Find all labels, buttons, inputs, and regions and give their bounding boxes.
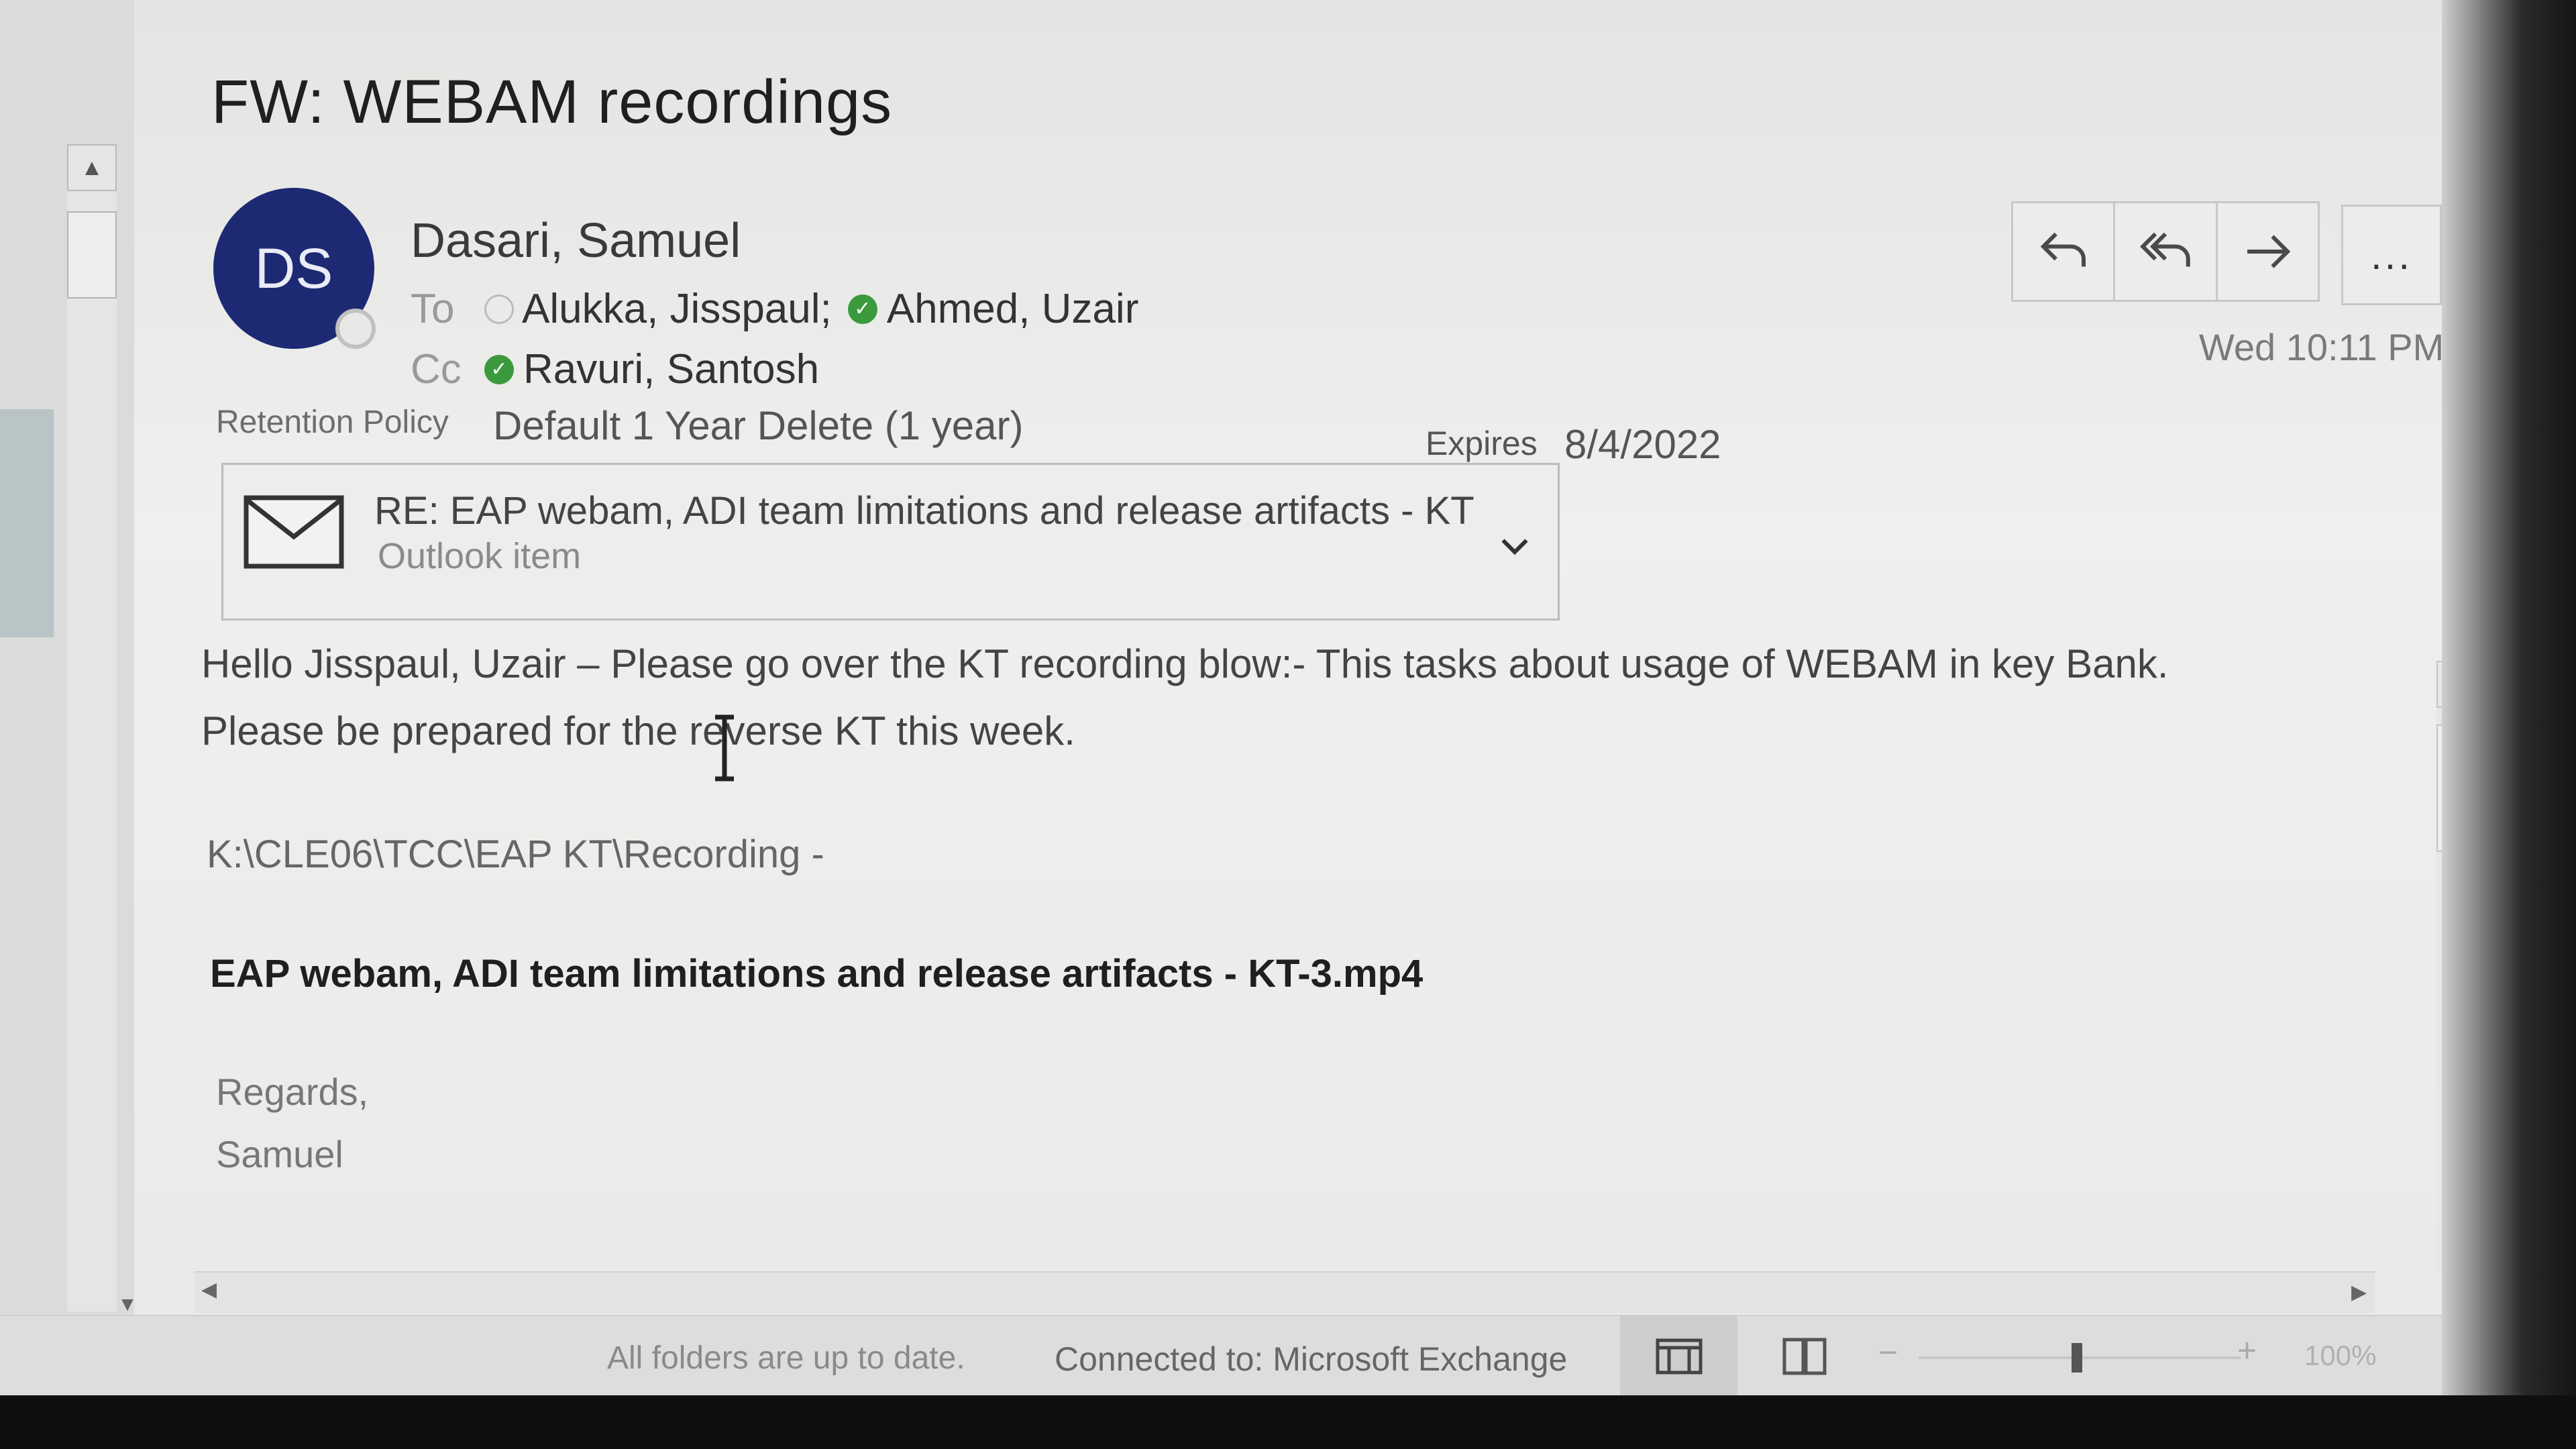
reading-view-icon bbox=[1782, 1338, 1827, 1375]
monitor-bezel bbox=[2442, 0, 2576, 1449]
scroll-up-arrow-icon[interactable]: ▲ bbox=[67, 144, 117, 191]
zoom-in-button[interactable]: + bbox=[2237, 1331, 2257, 1370]
expires-value: 8/4/2022 bbox=[1564, 422, 1721, 467]
zoom-level[interactable]: 100% bbox=[2304, 1340, 2376, 1372]
retention-policy-value: Default 1 Year Delete (1 year) bbox=[493, 403, 1024, 448]
more-actions-button[interactable]: ... bbox=[2341, 205, 2442, 305]
monitor-bezel bbox=[0, 1395, 2576, 1449]
zoom-out-button[interactable]: − bbox=[1878, 1333, 1898, 1372]
reply-icon bbox=[2040, 232, 2086, 267]
presence-available-icon: ✓ bbox=[484, 354, 514, 384]
normal-view-icon bbox=[1656, 1338, 1702, 1375]
attachment-item[interactable]: RE: EAP webam, ADI team limitations and … bbox=[221, 463, 1560, 621]
expires-label: Expires bbox=[1426, 425, 1538, 462]
message-list-scrollbar[interactable]: ▲ ▼ bbox=[67, 144, 138, 1316]
recipient-name[interactable]: Alukka, Jisspaul; bbox=[522, 285, 832, 333]
reply-button[interactable] bbox=[2013, 203, 2116, 300]
scroll-thumb[interactable] bbox=[67, 211, 117, 299]
forward-icon bbox=[2247, 235, 2291, 268]
attachment-type: Outlook item bbox=[378, 536, 582, 576]
attachment-title: RE: EAP webam, ADI team limitations and … bbox=[374, 489, 1474, 533]
body-file-path: K:\CLE06\TCC\EAP KT\Recording - bbox=[207, 833, 824, 876]
body-closing: Regards, bbox=[216, 1071, 369, 1113]
presence-status-icon bbox=[335, 309, 376, 349]
connection-status: Connected to: Microsoft Exchange bbox=[1055, 1340, 1568, 1378]
scroll-left-arrow-icon[interactable]: ◀ bbox=[201, 1278, 217, 1301]
cc-label: Cc bbox=[411, 346, 462, 392]
cc-recipients-row: Cc ✓ Ravuri, Santosh bbox=[411, 345, 819, 393]
response-actions bbox=[2011, 201, 2320, 302]
avatar-initials: DS bbox=[254, 236, 333, 300]
received-time: Wed 10:11 PM bbox=[2199, 326, 2445, 368]
body-paragraph: Please be prepared for the reverse KT th… bbox=[201, 708, 1075, 753]
presence-unknown-icon bbox=[484, 294, 514, 324]
reading-view-button[interactable] bbox=[1778, 1330, 1831, 1383]
recipient-name[interactable]: Ravuri, Santosh bbox=[523, 345, 819, 393]
presence-available-icon: ✓ bbox=[847, 294, 877, 324]
to-recipients-row: To Alukka, Jisspaul; ✓ Ahmed, Uzair bbox=[411, 285, 1138, 333]
body-file-name: EAP webam, ADI team limitations and rele… bbox=[210, 952, 1424, 996]
horizontal-scrollbar[interactable]: ◀ ▶ bbox=[195, 1271, 2375, 1313]
sender-name[interactable]: Dasari, Samuel bbox=[411, 213, 741, 268]
recipient-name[interactable]: Ahmed, Uzair bbox=[887, 285, 1139, 333]
selected-folder-highlight[interactable] bbox=[0, 409, 54, 637]
sync-status: All folders are up to date. bbox=[607, 1340, 965, 1376]
reply-all-icon bbox=[2139, 232, 2190, 267]
status-bar: All folders are up to date. Connected to… bbox=[0, 1315, 2442, 1397]
body-signature: Samuel bbox=[216, 1133, 343, 1175]
scroll-right-arrow-icon[interactable]: ▶ bbox=[2351, 1281, 2367, 1304]
text-cursor-icon bbox=[715, 714, 734, 782]
to-label: To bbox=[411, 286, 455, 332]
email-subject: FW: WEBAM recordings bbox=[211, 68, 893, 136]
retention-policy-label: Retention Policy bbox=[216, 405, 449, 440]
chevron-down-icon[interactable] bbox=[1495, 525, 1535, 566]
forward-button[interactable] bbox=[2218, 203, 2318, 300]
envelope-icon bbox=[244, 495, 344, 569]
normal-view-button[interactable] bbox=[1620, 1316, 1737, 1397]
body-paragraph: Hello Jisspaul, Uzair – Please go over t… bbox=[201, 641, 2169, 686]
reply-all-button[interactable] bbox=[2115, 203, 2218, 300]
zoom-slider-thumb[interactable] bbox=[2072, 1343, 2082, 1373]
